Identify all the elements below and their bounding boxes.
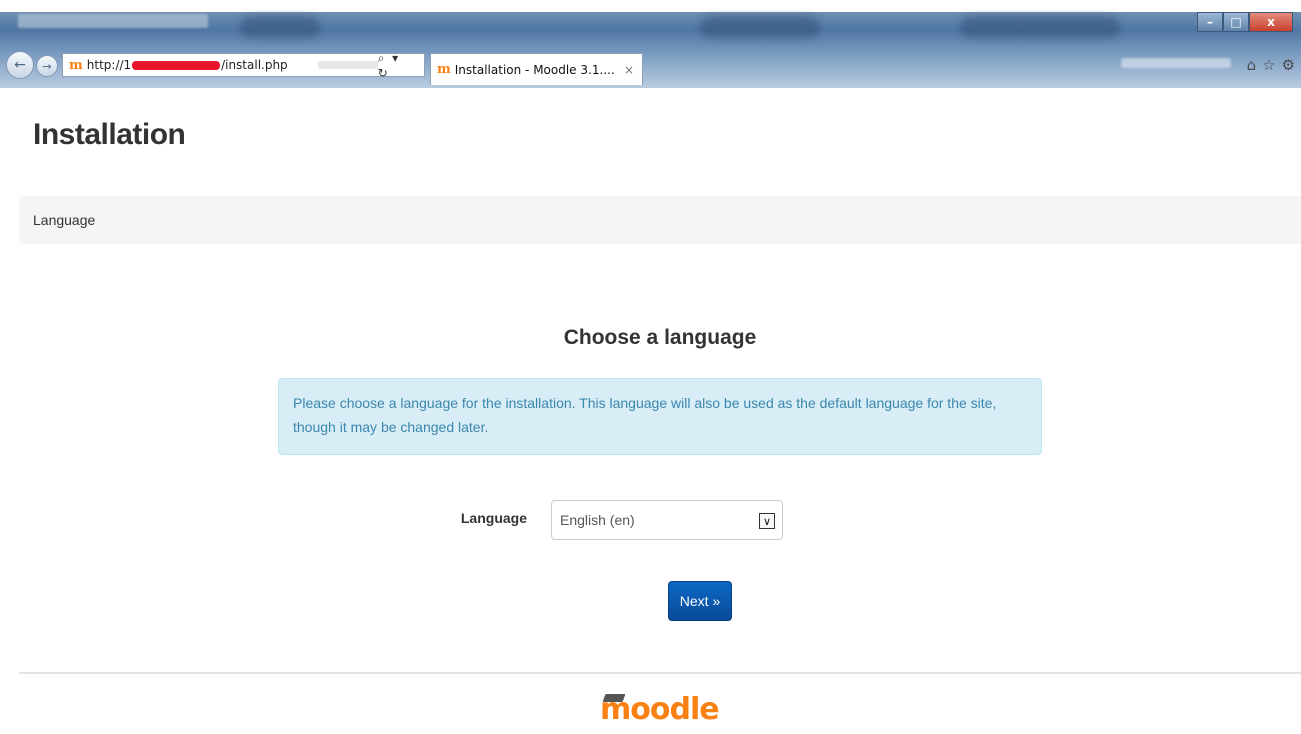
info-alert: Please choose a language for the install… [278, 378, 1042, 455]
next-button[interactable]: Next » [668, 581, 732, 621]
footer-divider [19, 672, 1301, 674]
chrome-background [700, 16, 820, 38]
home-icon[interactable]: ⌂ [1247, 56, 1257, 74]
breadcrumb: Language [19, 196, 1301, 244]
back-button[interactable]: ← [6, 51, 34, 79]
language-form-row: Language English (en) ∨ [0, 500, 1301, 540]
address-blurred-text [317, 61, 378, 69]
tab-installation[interactable]: m Installation - Moodle 3.1.... × [430, 53, 643, 85]
chevron-down-icon[interactable]: ∨ [759, 513, 775, 529]
toolbar-blurred-text [1121, 58, 1231, 68]
alert-text: Please choose a language for the install… [293, 395, 997, 435]
arrow-right-icon: → [42, 59, 52, 73]
address-bar[interactable]: m http://1 /install.php ⌕ ▾ ↻ [62, 51, 425, 80]
maximize-button[interactable]: □ [1223, 12, 1249, 32]
browser-chrome: – □ x ← → m http://1 /install.php ⌕ ▾ ↻ … [0, 0, 1301, 88]
arrow-left-icon: ← [14, 57, 26, 73]
url-suffix: /install.php [221, 58, 288, 72]
close-tab-icon[interactable]: × [624, 63, 634, 77]
tab-title: Installation - Moodle 3.1.... [454, 62, 615, 77]
window-controls: – □ x [1197, 12, 1293, 32]
breadcrumb-item-language: Language [33, 212, 96, 228]
section-heading: Choose a language [563, 326, 757, 349]
language-select-value: English (en) [560, 512, 635, 528]
minimize-button[interactable]: – [1197, 12, 1223, 32]
moodle-logo: moodle [600, 692, 720, 734]
favorites-star-icon[interactable]: ☆ [1262, 56, 1275, 74]
graduation-cap-icon [602, 694, 626, 702]
moodle-favicon-icon: m [69, 57, 83, 73]
page-title: Installation [33, 118, 186, 151]
forward-button[interactable]: → [36, 55, 58, 77]
window-title-redacted [18, 14, 208, 28]
settings-gear-icon[interactable]: ⚙ [1282, 56, 1295, 74]
address-tools[interactable]: ⌕ ▾ ↻ [378, 51, 418, 80]
url-redaction [132, 60, 221, 70]
moodle-favicon-icon: m [437, 62, 451, 77]
chrome-background [240, 16, 320, 38]
chrome-background [960, 16, 1120, 38]
language-label: Language [460, 510, 527, 526]
browser-tools: ⌂ ☆ ⚙ [1247, 56, 1295, 74]
language-select[interactable]: English (en) ∨ [551, 500, 783, 540]
close-window-button[interactable]: x [1249, 12, 1293, 32]
url-prefix: http://1 [86, 58, 132, 72]
